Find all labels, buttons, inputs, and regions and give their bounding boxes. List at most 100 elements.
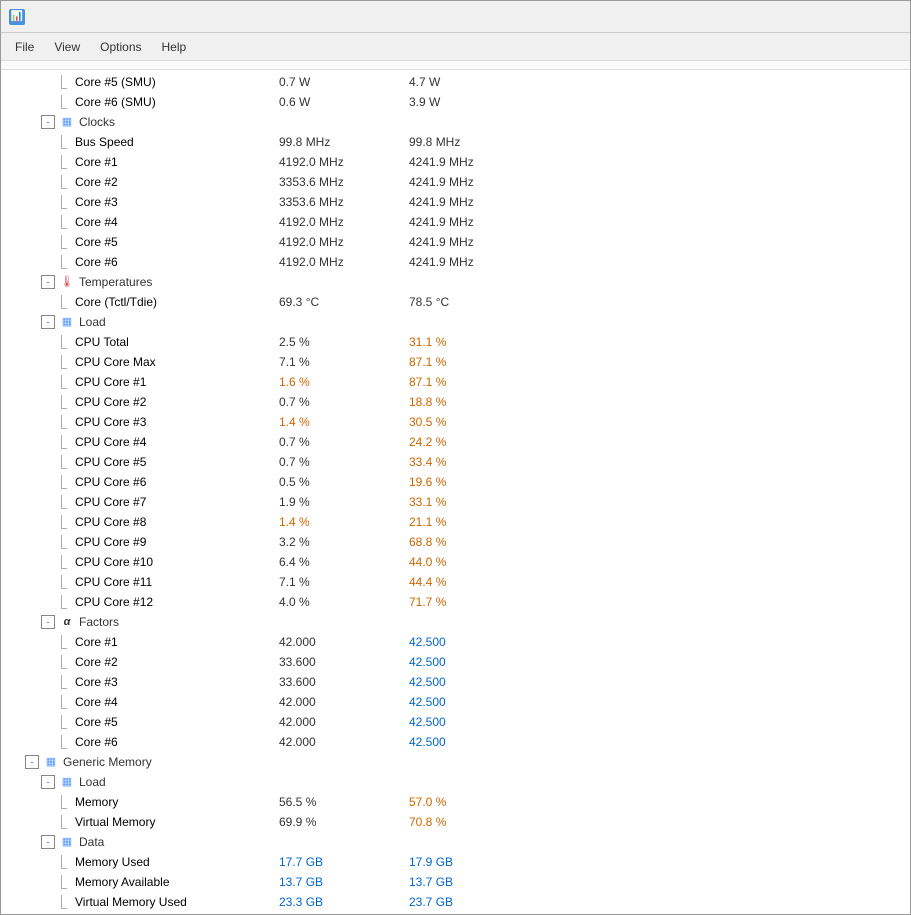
table-row[interactable]: Core #6 42.000 42.500 xyxy=(1,732,910,752)
sensor-label-cell: Core #4 xyxy=(9,213,279,231)
table-row[interactable]: CPU Core #6 0.5 % 19.6 % xyxy=(1,472,910,492)
table-row[interactable]: Core #2 33.600 42.500 xyxy=(1,652,910,672)
category-cell: - ▦ Load xyxy=(9,313,279,331)
sensor-value: 4192.0 MHz xyxy=(279,213,344,231)
sensor-value: 1.4 % xyxy=(279,413,310,431)
toggle-load[interactable]: - xyxy=(41,775,55,789)
sensor-label-cell: Core #6 (SMU) xyxy=(9,93,279,111)
sensor-label: CPU Core #8 xyxy=(75,513,146,531)
table-row[interactable]: - ▦ Load xyxy=(1,772,910,792)
sensor-label-cell: CPU Core #1 xyxy=(9,373,279,391)
table-row[interactable]: Core #5 4192.0 MHz 4241.9 MHz xyxy=(1,232,910,252)
max-cell: 4241.9 MHz xyxy=(409,153,539,171)
value-cell: 3.2 % xyxy=(279,533,409,551)
table-row[interactable]: - ▦ Load xyxy=(1,312,910,332)
table-row[interactable]: - 🌡 Temperatures xyxy=(1,272,910,292)
sensor-label: CPU Core #10 xyxy=(75,553,153,571)
table-row[interactable]: Core #5 (SMU) 0.7 W 4.7 W xyxy=(1,72,910,92)
table-row[interactable]: CPU Core #9 3.2 % 68.8 % xyxy=(1,532,910,552)
max-cell: 4241.9 MHz xyxy=(409,173,539,191)
table-row[interactable]: CPU Core #3 1.4 % 30.5 % xyxy=(1,412,910,432)
sensor-label-cell: CPU Core #10 xyxy=(9,553,279,571)
table-row[interactable]: Core #5 42.000 42.500 xyxy=(1,712,910,732)
table-row[interactable]: CPU Core #11 7.1 % 44.4 % xyxy=(1,572,910,592)
sensor-max: 68.8 % xyxy=(409,533,446,551)
toggle-temperatures[interactable]: - xyxy=(41,275,55,289)
category-cell: - ▦ Generic Memory xyxy=(9,753,279,771)
value-cell: 42.000 xyxy=(279,693,409,711)
category-cell: - ▦ Data xyxy=(9,833,279,851)
table-row[interactable]: CPU Core #7 1.9 % 33.1 % xyxy=(1,492,910,512)
sensor-label: CPU Core #2 xyxy=(75,393,146,411)
menu-help[interactable]: Help xyxy=(152,36,197,58)
table-row[interactable]: Bus Speed 99.8 MHz 99.8 MHz xyxy=(1,132,910,152)
minimize-button[interactable] xyxy=(814,6,842,28)
sensor-max: 42.500 xyxy=(409,673,446,691)
table-row[interactable]: CPU Core #10 6.4 % 44.0 % xyxy=(1,552,910,572)
max-cell: 4241.9 MHz xyxy=(409,233,539,251)
sensor-max: 30.5 % xyxy=(409,413,446,431)
max-cell: 87.1 % xyxy=(409,373,539,391)
table-row[interactable]: Core #1 4192.0 MHz 4241.9 MHz xyxy=(1,152,910,172)
table-row[interactable]: - α Factors xyxy=(1,612,910,632)
toggle-load[interactable]: - xyxy=(41,315,55,329)
sensor-value: 3353.6 MHz xyxy=(279,173,344,191)
menu-view[interactable]: View xyxy=(44,36,90,58)
table-row[interactable]: - ▦ Data xyxy=(1,832,910,852)
value-cell: 69.9 % xyxy=(279,813,409,831)
sensor-value: 1.9 % xyxy=(279,493,310,511)
sensor-label: Virtual Memory xyxy=(75,813,155,831)
table-row[interactable]: CPU Core #1 1.6 % 87.1 % xyxy=(1,372,910,392)
table-row[interactable]: Core #4 42.000 42.500 xyxy=(1,692,910,712)
sensor-value: 2.5 % xyxy=(279,333,310,351)
table-row[interactable]: CPU Total 2.5 % 31.1 % xyxy=(1,332,910,352)
value-cell: 3353.6 MHz xyxy=(279,173,409,191)
close-button[interactable] xyxy=(874,6,902,28)
table-row[interactable]: Core #3 3353.6 MHz 4241.9 MHz xyxy=(1,192,910,212)
sensor-tree[interactable]: Core #5 (SMU) 0.7 W 4.7 W Core #6 (SMU) … xyxy=(1,70,910,914)
table-row[interactable]: Core #6 (SMU) 0.6 W 3.9 W xyxy=(1,92,910,112)
menu-file[interactable]: File xyxy=(5,36,44,58)
sensor-value: 4192.0 MHz xyxy=(279,233,344,251)
sensor-label-cell: Memory xyxy=(9,793,279,811)
table-row[interactable]: CPU Core #4 0.7 % 24.2 % xyxy=(1,432,910,452)
sensor-value: 4.0 % xyxy=(279,593,310,611)
table-row[interactable]: Core #1 42.000 42.500 xyxy=(1,632,910,652)
table-row[interactable]: - ▦ Clocks xyxy=(1,112,910,132)
table-row[interactable]: CPU Core #2 0.7 % 18.8 % xyxy=(1,392,910,412)
table-row[interactable]: Virtual Memory Used 23.3 GB 23.7 GB xyxy=(1,892,910,912)
table-row[interactable]: Memory Used 17.7 GB 17.9 GB xyxy=(1,852,910,872)
table-row[interactable]: CPU Core #12 4.0 % 71.7 % xyxy=(1,592,910,612)
table-row[interactable]: Core #2 3353.6 MHz 4241.9 MHz xyxy=(1,172,910,192)
sensor-value: 69.9 % xyxy=(279,813,316,831)
table-row[interactable]: CPU Core #5 0.7 % 33.4 % xyxy=(1,452,910,472)
table-row[interactable]: Memory Available 13.7 GB 13.7 GB xyxy=(1,872,910,892)
table-row[interactable]: Memory 56.5 % 57.0 % xyxy=(1,792,910,812)
table-row[interactable]: CPU Core Max 7.1 % 87.1 % xyxy=(1,352,910,372)
sensor-value: 0.7 % xyxy=(279,433,310,451)
menu-options[interactable]: Options xyxy=(90,36,151,58)
table-row[interactable]: Core (Tctl/Tdie) 69.3 °C 78.5 °C xyxy=(1,292,910,312)
sensor-label: Core #3 xyxy=(75,193,118,211)
sensor-label-cell: CPU Core #9 xyxy=(9,533,279,551)
table-row[interactable]: Virtual Memory 69.9 % 70.8 % xyxy=(1,812,910,832)
toggle-data[interactable]: - xyxy=(41,835,55,849)
table-row[interactable]: - ▦ Generic Memory xyxy=(1,752,910,772)
table-row[interactable]: CPU Core #8 1.4 % 21.1 % xyxy=(1,512,910,532)
toggle-generic-memory[interactable]: - xyxy=(25,755,39,769)
sensor-max: 19.6 % xyxy=(409,473,446,491)
sensor-value: 1.4 % xyxy=(279,513,310,531)
value-cell: 4192.0 MHz xyxy=(279,153,409,171)
toggle-factors[interactable]: - xyxy=(41,615,55,629)
maximize-button[interactable] xyxy=(844,6,872,28)
sensor-value: 42.000 xyxy=(279,713,316,731)
sensor-label: CPU Total xyxy=(75,333,129,351)
category-label: Load xyxy=(79,313,106,331)
sensor-label-cell: Virtual Memory xyxy=(9,813,279,831)
sensor-value: 13.7 GB xyxy=(279,873,323,891)
table-row[interactable]: Core #3 33.600 42.500 xyxy=(1,672,910,692)
table-row[interactable]: Core #6 4192.0 MHz 4241.9 MHz xyxy=(1,252,910,272)
table-row[interactable]: Core #4 4192.0 MHz 4241.9 MHz xyxy=(1,212,910,232)
toggle-clocks[interactable]: - xyxy=(41,115,55,129)
sensor-max: 44.4 % xyxy=(409,573,446,591)
